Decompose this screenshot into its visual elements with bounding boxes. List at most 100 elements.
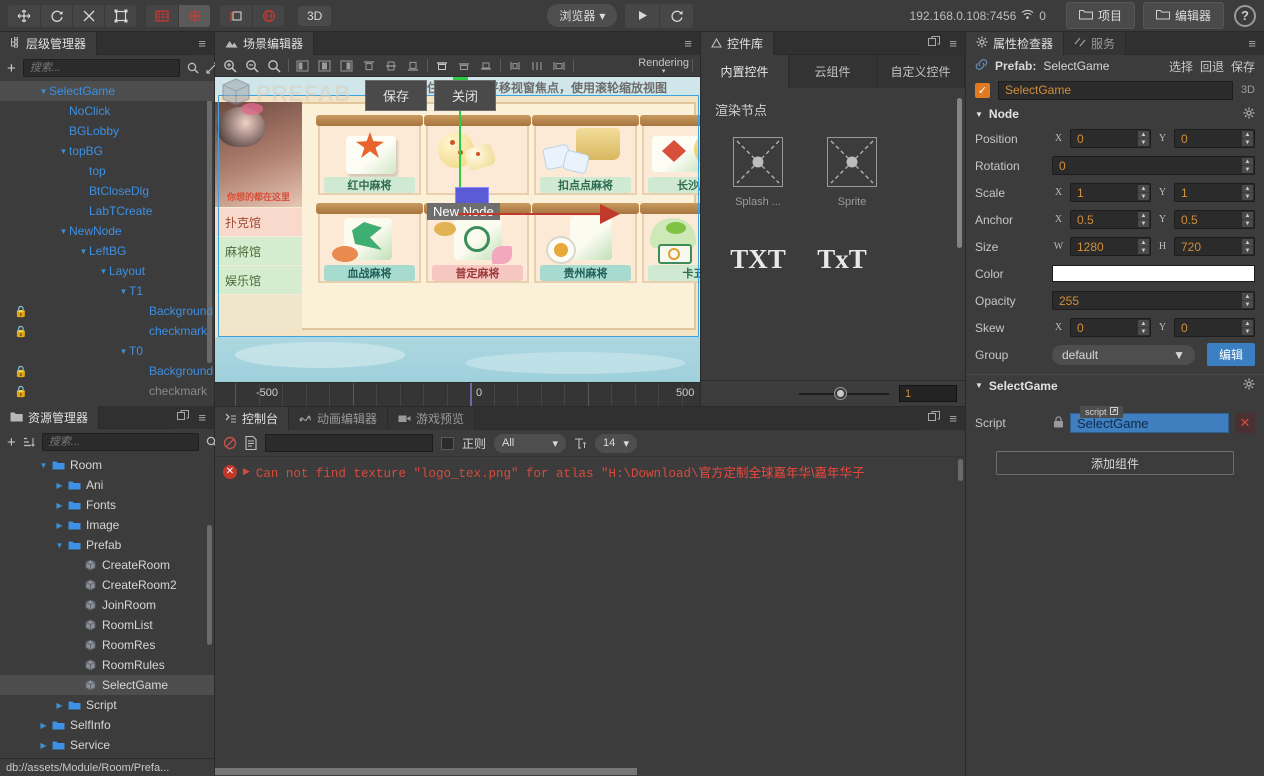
hierarchy-node-labtcreate[interactable]: LabTCreate — [0, 201, 214, 221]
spin-up[interactable]: ▲ — [1242, 320, 1253, 328]
hierarchy-node-btclosedlg[interactable]: BtCloseDlg — [0, 181, 214, 201]
hierarchy-node-layout[interactable]: ▼Layout — [0, 261, 214, 281]
add-node-icon[interactable]: + — [7, 60, 16, 77]
hierarchy-node-bglobby[interactable]: BGLobby — [0, 121, 214, 141]
assets-search-input[interactable] — [42, 433, 199, 451]
spin-up[interactable]: ▲ — [1242, 293, 1253, 301]
align-top-icon[interactable] — [358, 56, 380, 76]
spin-down[interactable]: ▼ — [1138, 247, 1149, 254]
asset-node-joinroom[interactable]: JoinRoom — [0, 595, 214, 615]
property-input-y[interactable]: 1▲▼ — [1174, 183, 1255, 202]
distribute-h-icon[interactable] — [504, 56, 526, 76]
clear-console-icon[interactable] — [223, 436, 237, 450]
mode-3d-button[interactable]: 3D — [298, 6, 331, 26]
align-bottom-icon[interactable] — [402, 56, 424, 76]
spin-up[interactable]: ▲ — [1138, 185, 1149, 193]
sort-icon[interactable] — [23, 436, 35, 448]
hierarchy-node-t0[interactable]: ▼T0 — [0, 341, 214, 361]
tab-animation-editor[interactable]: 动画编辑器 — [289, 407, 388, 430]
property-input-y[interactable]: 720▲▼ — [1174, 237, 1255, 256]
spin-up[interactable]: ▲ — [1138, 239, 1149, 247]
asset-node-setting_3[interactable]: ▶Setting_3 — [0, 755, 214, 758]
scene-canvas[interactable]: 你想的都在这里 扑克馆 麻将馆 娱乐馆 红中麻将 — [215, 77, 700, 382]
component-collapse-icon[interactable]: ▼ — [975, 381, 983, 390]
prefab-save-button[interactable]: 保存 — [365, 80, 427, 111]
node-name-input[interactable] — [998, 81, 1233, 100]
node-section-gear-icon[interactable] — [1243, 107, 1255, 122]
prefab-revert-action[interactable]: 回退 — [1200, 58, 1224, 75]
tab-services[interactable]: 服务 — [1064, 32, 1126, 55]
property-input-y[interactable]: 0▲▼ — [1174, 129, 1255, 148]
asset-node-roomlist[interactable]: RoomList — [0, 615, 214, 635]
export-log-icon[interactable] — [245, 436, 257, 450]
spin-down[interactable]: ▼ — [1242, 328, 1253, 335]
spin-down[interactable]: ▼ — [1242, 139, 1253, 146]
hierarchy-node-checkmark[interactable]: 🔒checkmark — [0, 381, 214, 401]
chevron-down-icon[interactable]: ▼ — [118, 287, 129, 296]
widget-zoom-slider[interactable] — [799, 393, 889, 395]
spin-up[interactable]: ▲ — [1242, 185, 1253, 193]
asset-node-service[interactable]: ▶Service — [0, 735, 214, 755]
asset-node-script[interactable]: ▶Script — [0, 695, 214, 715]
add-asset-icon[interactable]: + — [7, 434, 16, 451]
game-card-0[interactable]: 红中麻将 — [318, 120, 421, 195]
pivot-toggle-icon[interactable] — [146, 5, 178, 27]
spin-up[interactable]: ▲ — [1242, 212, 1253, 220]
property-select[interactable]: default▼ — [1052, 345, 1195, 365]
hierarchy-tree[interactable]: ▼SelectGameNoClickBGLobby▼topBGtopBtClos… — [0, 81, 214, 406]
tab-hierarchy[interactable]: 层级管理器 — [0, 32, 97, 55]
asset-node-room[interactable]: ▼Room — [0, 455, 214, 475]
widget-item-splash[interactable]: Splash ... — [727, 137, 789, 208]
distribute-middle-icon[interactable] — [453, 56, 475, 76]
game-card-1[interactable] — [426, 120, 529, 195]
chevron-down-icon[interactable]: ▼ — [78, 247, 89, 256]
property-input-x[interactable]: 0▲▼ — [1070, 129, 1151, 148]
spinner[interactable]: ▲▼ — [1242, 185, 1253, 200]
popout-icon-console[interactable] — [928, 411, 940, 426]
game-card-4[interactable]: 血战麻将 — [318, 208, 421, 283]
external-link-icon[interactable] — [1110, 407, 1118, 417]
spin-up[interactable]: ▲ — [1242, 158, 1253, 166]
spinner[interactable]: ▲▼ — [1242, 131, 1253, 146]
chevron-right-icon[interactable]: ▶ — [54, 501, 65, 510]
chevron-down-icon[interactable]: ▼ — [54, 541, 65, 550]
rect-tool-icon[interactable] — [104, 5, 136, 27]
widget-library-tab-内置控件[interactable]: 内置控件 — [701, 55, 789, 88]
console-log-hscroll-thumb[interactable] — [215, 768, 637, 775]
chevron-down-icon[interactable]: ▼ — [38, 87, 49, 96]
spin-down[interactable]: ▼ — [1138, 193, 1149, 200]
hierarchy-node-background[interactable]: 🔒Background — [0, 301, 214, 321]
property-input-x[interactable]: 1280▲▼ — [1070, 237, 1151, 256]
prefab-save-action[interactable]: 保存 — [1231, 58, 1255, 75]
spinner[interactable]: ▲▼ — [1138, 212, 1149, 227]
console-log-vscrollbar[interactable] — [958, 459, 963, 481]
regex-checkbox[interactable] — [441, 437, 454, 450]
property-input-x[interactable]: 1▲▼ — [1070, 183, 1151, 202]
add-component-button[interactable]: 添加组件 — [996, 451, 1234, 475]
spin-down[interactable]: ▼ — [1242, 193, 1253, 200]
expand-icon[interactable]: ▶ — [243, 467, 250, 477]
spin-down[interactable]: ▼ — [1242, 220, 1253, 227]
spinner[interactable]: ▲▼ — [1242, 212, 1253, 227]
move-tool-icon[interactable] — [8, 5, 40, 27]
spinner[interactable]: ▲▼ — [1138, 320, 1149, 335]
tab-scene-editor[interactable]: 场景编辑器 — [215, 32, 314, 55]
project-button[interactable]: 项目 — [1066, 2, 1135, 29]
hierarchy-node-selectgame[interactable]: ▼SelectGame — [0, 81, 214, 101]
popout-icon-wl[interactable] — [928, 36, 940, 51]
search-icon[interactable] — [187, 62, 199, 74]
align-left-icon[interactable] — [292, 56, 314, 76]
assets-menu-icon[interactable]: ≡ — [198, 411, 206, 424]
property-input-y[interactable]: 0.5▲▼ — [1174, 210, 1255, 229]
rendering-dropdown[interactable]: Rendering ▾ — [638, 57, 689, 74]
asset-node-selfinfo[interactable]: ▶SelfInfo — [0, 715, 214, 735]
color-swatch[interactable] — [1052, 265, 1255, 282]
hierarchy-search-input[interactable] — [23, 59, 180, 77]
spin-up[interactable]: ▲ — [1242, 131, 1253, 139]
widget-library-menu-icon[interactable]: ≡ — [949, 37, 957, 50]
asset-node-selectgame[interactable]: SelectGame — [0, 675, 214, 695]
group-edit-button[interactable]: 编辑 — [1207, 343, 1255, 366]
spin-up[interactable]: ▲ — [1138, 131, 1149, 139]
asset-node-roomrules[interactable]: RoomRules — [0, 655, 214, 675]
widget-item-label[interactable]: TXT — [727, 244, 789, 275]
